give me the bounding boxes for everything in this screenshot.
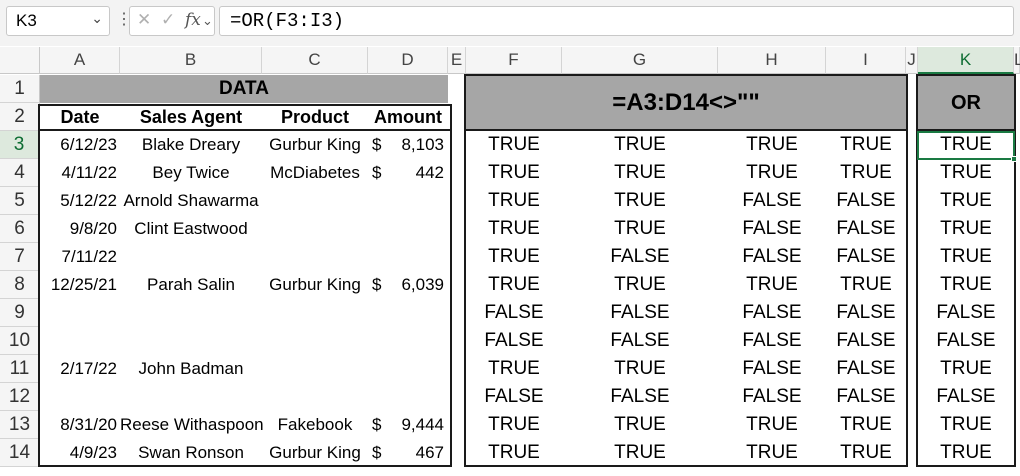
active-cell-selection[interactable]: [917, 131, 1015, 160]
formula-bar: K3 ⌄ ⋮ ✕ ✓ fx ⌄ =OR(F3:I3): [0, 0, 1020, 46]
fill-handle[interactable]: [1011, 156, 1017, 162]
column-header-i[interactable]: I: [826, 47, 906, 74]
name-box[interactable]: K3 ⌄: [6, 6, 110, 36]
row-header-11[interactable]: 11: [0, 355, 40, 383]
row-header-3[interactable]: 3: [0, 131, 40, 159]
chevron-down-icon[interactable]: ⌄: [202, 13, 213, 29]
column-header-g[interactable]: G: [562, 47, 718, 74]
column-header-j[interactable]: J: [906, 47, 918, 74]
row-header-13[interactable]: 13: [0, 411, 40, 439]
data-table-title: DATA: [219, 78, 269, 99]
formula-buttons: ✕ ✓ fx ⌄: [129, 6, 215, 36]
row-header-6[interactable]: 6: [0, 215, 40, 243]
column-header-c[interactable]: C: [262, 47, 368, 74]
row-header-9[interactable]: 9: [0, 299, 40, 327]
enter-check-icon[interactable]: ✓: [161, 10, 175, 30]
name-box-value: K3: [16, 11, 37, 30]
row-header-14[interactable]: 14: [0, 439, 40, 467]
column-header-l[interactable]: L: [1014, 47, 1020, 74]
cancel-icon[interactable]: ✕: [137, 10, 151, 30]
column-header-d[interactable]: D: [368, 47, 448, 74]
row-header-4[interactable]: 4: [0, 159, 40, 187]
column-header-h[interactable]: H: [718, 47, 826, 74]
check-header-rule: [466, 129, 906, 131]
row-header-2[interactable]: 2: [0, 103, 40, 131]
select-all-corner[interactable]: [0, 47, 40, 74]
row-header-10[interactable]: 10: [0, 327, 40, 355]
row-header-1[interactable]: 1: [0, 75, 40, 103]
column-header-b[interactable]: B: [120, 47, 262, 74]
chevron-down-icon[interactable]: ⌄: [91, 10, 103, 27]
fx-icon[interactable]: fx: [185, 10, 201, 30]
row-header-7[interactable]: 7: [0, 243, 40, 271]
column-header-f[interactable]: F: [466, 47, 562, 74]
column-header-k[interactable]: K: [918, 47, 1014, 74]
row-header-12[interactable]: 12: [0, 383, 40, 411]
row-header-8[interactable]: 8: [0, 271, 40, 299]
check-table-border: [464, 74, 908, 467]
data-table-border: [38, 104, 452, 467]
column-header-e[interactable]: E: [448, 47, 466, 74]
row-header-5[interactable]: 5: [0, 187, 40, 215]
column-header-a[interactable]: A: [40, 47, 120, 74]
formula-input[interactable]: =OR(F3:I3): [219, 6, 1014, 36]
data-header-rule: [40, 129, 450, 131]
